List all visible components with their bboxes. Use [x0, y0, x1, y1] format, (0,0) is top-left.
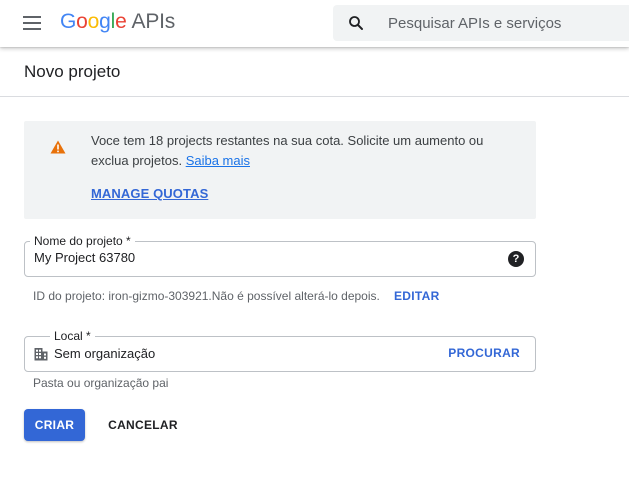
logo-apis-text: APIs: [131, 10, 176, 33]
google-apis-logo[interactable]: Google APIs: [60, 10, 175, 34]
learn-more-link[interactable]: Saiba mais: [186, 153, 250, 168]
project-name-label: Nome do projeto *: [30, 233, 135, 249]
logo-letter: o: [76, 10, 88, 33]
browse-button[interactable]: PROCURAR: [448, 346, 520, 360]
page-title: Novo projeto: [24, 62, 121, 81]
location-hint: Pasta ou organização pai: [33, 376, 169, 390]
project-name-field[interactable]: Nome do projeto * My Project 63780 ?: [24, 233, 536, 277]
warning-icon: [50, 140, 66, 154]
top-bar: Google APIs: [0, 0, 629, 47]
logo-letter: G: [60, 10, 77, 33]
create-button[interactable]: CRIAR: [24, 409, 85, 441]
page-header: Novo projeto: [0, 47, 629, 97]
location-label: Local *: [50, 328, 95, 344]
location-field[interactable]: Local * Sem organização PROCURAR: [24, 328, 536, 372]
search-icon[interactable]: [347, 14, 365, 32]
logo-letter: o: [87, 10, 100, 33]
quota-warning-banner: Voce tem 18 projects restantes na sua co…: [24, 121, 536, 219]
edit-project-id-button[interactable]: EDITAR: [394, 289, 440, 303]
search-input[interactable]: [388, 13, 628, 33]
project-id-text: ID do projeto: iron-gizmo-303921.Não é p…: [33, 289, 380, 303]
logo-letter: g: [99, 10, 111, 33]
location-value: Sem organização: [54, 346, 156, 361]
logo-letter: e: [115, 10, 127, 33]
menu-line: [23, 16, 41, 18]
warning-message: Voce tem 18 projects restantes na sua co…: [91, 133, 484, 168]
search-box[interactable]: [333, 5, 629, 41]
help-icon[interactable]: ?: [508, 251, 524, 267]
cancel-button[interactable]: CANCELAR: [97, 409, 189, 441]
quota-warning-text: Voce tem 18 projects restantes na sua co…: [91, 131, 521, 171]
manage-quotas-link[interactable]: MANAGE QUOTAS: [91, 186, 208, 201]
menu-line: [23, 28, 41, 30]
building-icon: [34, 348, 48, 361]
menu-line: [23, 22, 41, 24]
project-name-input[interactable]: My Project 63780: [34, 250, 135, 265]
hamburger-menu-icon[interactable]: [18, 10, 46, 36]
